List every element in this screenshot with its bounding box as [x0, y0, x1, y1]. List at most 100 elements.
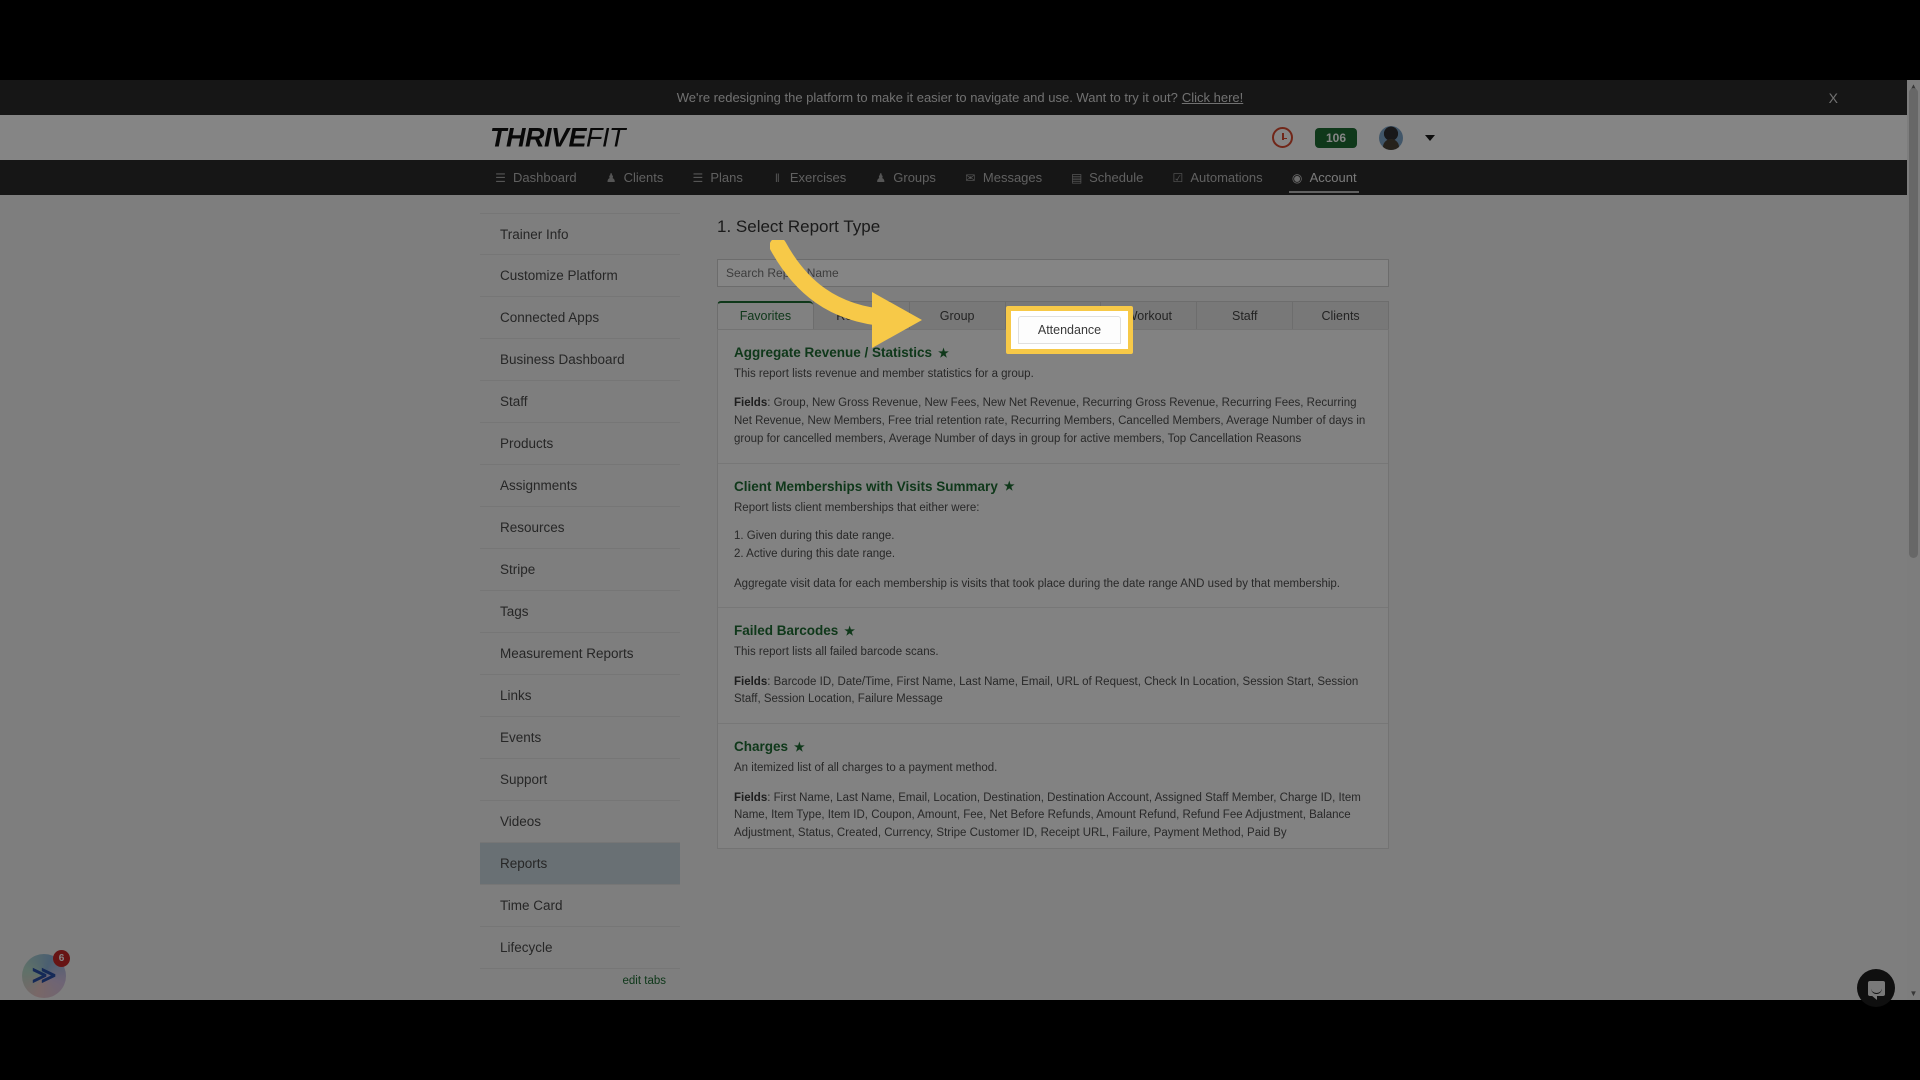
sidebar-item-label: Reports — [500, 856, 548, 871]
favorite-star-icon[interactable]: ★ — [1004, 479, 1015, 493]
sidebar-item-label: Staff — [500, 394, 528, 409]
sidebar-item-assignments[interactable]: Assignments — [480, 465, 680, 507]
sidebar-item-label: Links — [500, 688, 532, 703]
tab-attendance[interactable]: Attendance — [1004, 301, 1101, 329]
sidebar-item-time-card[interactable]: Time Card — [480, 885, 680, 927]
sidebar-item-trainer-info[interactable]: Trainer Info — [480, 213, 680, 255]
sidebar-item-customize-platform[interactable]: Customize Platform — [480, 255, 680, 297]
sidebar-item-label: Videos — [500, 814, 542, 829]
announcement-close-icon[interactable]: X — [1829, 90, 1838, 106]
report-item[interactable]: Failed Barcodes ★ This report lists all … — [718, 608, 1388, 725]
sidebar-item-label: Resources — [500, 520, 565, 535]
sidebar-item-label: Events — [500, 730, 542, 745]
logo-bold-text: THRIVE — [490, 122, 587, 152]
nav-label: Groups — [893, 170, 936, 185]
favorite-star-icon[interactable]: ★ — [844, 624, 855, 638]
report-list-panel[interactable]: Aggregate Revenue / Statistics ★ This re… — [717, 329, 1389, 849]
report-title[interactable]: Client Memberships with Visits Summary ★ — [734, 479, 1372, 494]
report-description: This report lists revenue and member sta… — [734, 368, 1034, 380]
scroll-down-arrow-icon[interactable]: ▼ — [1907, 987, 1920, 1000]
sidebar-item-stripe[interactable]: Stripe — [480, 549, 680, 591]
sidebar-item-links[interactable]: Links — [480, 675, 680, 717]
main-navigation: ☰ Dashboard ♟ Clients ☰ Plans ‖ Exercises ♟ G… — [0, 160, 1920, 195]
tab-staff[interactable]: Staff — [1196, 301, 1293, 329]
nav-label: Schedule — [1089, 170, 1144, 185]
chat-bubble-icon — [1867, 980, 1885, 1000]
report-list: 1. Given during this date range. 2. Acti… — [734, 529, 896, 560]
brand-logo[interactable]: THRIVEFIT — [490, 122, 626, 153]
nav-item-plans[interactable]: ☰ Plans — [677, 160, 757, 195]
announcement-text: We're redesigning the platform to make i… — [676, 90, 1178, 105]
sidebar-item-label: Stripe — [500, 562, 536, 577]
sidebar-item-resources[interactable]: Resources — [480, 507, 680, 549]
nav-item-dashboard[interactable]: ☰ Dashboard — [480, 160, 591, 195]
report-description: Report lists client memberships that eit… — [734, 501, 980, 514]
announcement-link[interactable]: Click here! — [1182, 90, 1243, 105]
nav-item-groups[interactable]: ♟ Groups — [860, 160, 950, 195]
dumbbell-icon: ‖ — [774, 170, 780, 185]
report-title[interactable]: Failed Barcodes ★ — [734, 623, 1372, 638]
chat-widget-button[interactable] — [1857, 969, 1895, 1007]
tab-label: Workout — [1125, 308, 1173, 323]
sidebar-item-label: Measurement Reports — [500, 646, 634, 661]
report-description: An itemized list of all charges to a pay… — [734, 762, 998, 775]
screenshot-root: We're redesigning the platform to make i… — [0, 0, 1920, 1080]
curved-arrow-icon — [770, 240, 922, 348]
sidebar-item-measurement-reports[interactable]: Measurement Reports — [480, 633, 680, 675]
account-icon: ◉ — [1291, 170, 1303, 185]
sidebar-item-label: Assignments — [500, 478, 578, 493]
nav-item-messages[interactable]: ✉ Messages — [950, 160, 1056, 195]
edit-tabs-link[interactable]: edit tabs — [480, 969, 680, 987]
nav-item-schedule[interactable]: ▤ Schedule — [1056, 160, 1157, 195]
nav-item-exercises[interactable]: ‖ Exercises — [757, 160, 860, 195]
calendar-icon: ▤ — [1070, 170, 1083, 185]
sidebar-item-business-dashboard[interactable]: Business Dashboard — [480, 339, 680, 381]
report-fields: Fields: Group, New Gross Revenue, New Fe… — [734, 397, 1366, 445]
sidebar-item-label: Time Card — [500, 898, 563, 913]
page-title: 1. Select Report Type — [717, 217, 881, 236]
report-item[interactable]: Aggregate Revenue / Statistics ★ This re… — [718, 330, 1388, 464]
chevron-down-icon[interactable] — [1425, 134, 1435, 141]
sidebar-item-label: Support — [500, 772, 548, 787]
report-item[interactable]: Client Memberships with Visits Summary ★… — [718, 464, 1388, 609]
sidebar-item-products[interactable]: Products — [480, 423, 680, 465]
sidebar-item-lifecycle[interactable]: Lifecycle — [480, 927, 680, 969]
accessibility-widget-button[interactable]: ≫ 6 — [22, 950, 70, 998]
sidebar-item-label: Trainer Info — [500, 226, 569, 242]
nav-item-clients[interactable]: ♟ Clients — [591, 160, 678, 195]
nav-item-automations[interactable]: ☑ Automations — [1157, 160, 1276, 195]
sidebar-item-reports[interactable]: Reports — [480, 843, 680, 885]
nav-item-account[interactable]: ◉ Account — [1277, 160, 1371, 195]
report-item[interactable]: Charges ★ An itemized list of all charge… — [718, 724, 1388, 848]
clock-icon[interactable] — [1271, 127, 1293, 148]
report-title[interactable]: Charges ★ — [734, 739, 1372, 754]
tab-clients[interactable]: Clients — [1292, 301, 1390, 329]
tab-workout[interactable]: Workout — [1100, 301, 1197, 329]
report-title-text: Charges — [734, 739, 789, 755]
sidebar-item-events[interactable]: Events — [480, 717, 680, 759]
tab-label: Staff — [1231, 308, 1258, 323]
sidebar-item-connected-apps[interactable]: Connected Apps — [480, 297, 680, 339]
report-description: This report lists all failed barcode sca… — [734, 646, 939, 659]
sidebar-item-staff[interactable]: Staff — [480, 381, 680, 423]
sidebar-item-label: Customize Platform — [500, 268, 618, 283]
clipboard-icon: ☰ — [692, 170, 704, 185]
header-icons: 106 — [1271, 125, 1435, 150]
sidebar-item-label: Products — [500, 436, 554, 451]
report-fields: Fields: First Name, Last Name, Email, Lo… — [734, 791, 1361, 840]
sidebar-item-support[interactable]: Support — [480, 759, 680, 801]
tab-label: Clients — [1321, 308, 1360, 323]
sidebar-item-tags[interactable]: Tags — [480, 591, 680, 633]
fields-label: Fields — [734, 397, 768, 410]
sidebar-item-label: Lifecycle — [500, 940, 553, 955]
fields-label: Fields — [734, 675, 768, 688]
avatar[interactable] — [1379, 125, 1403, 150]
page-scrollbar[interactable]: ▲ ▼ — [1907, 80, 1920, 1000]
favorite-star-icon[interactable]: ★ — [794, 740, 805, 754]
sidebar-item-videos[interactable]: Videos — [480, 801, 680, 843]
nav-label: Automations — [1190, 170, 1263, 185]
scrollbar-thumb[interactable] — [1909, 88, 1918, 558]
report-title-text: Client Memberships with Visits Summary — [734, 478, 998, 494]
report-note: Aggregate visit data for each membership… — [734, 577, 1340, 590]
count-badge[interactable]: 106 — [1314, 127, 1357, 148]
